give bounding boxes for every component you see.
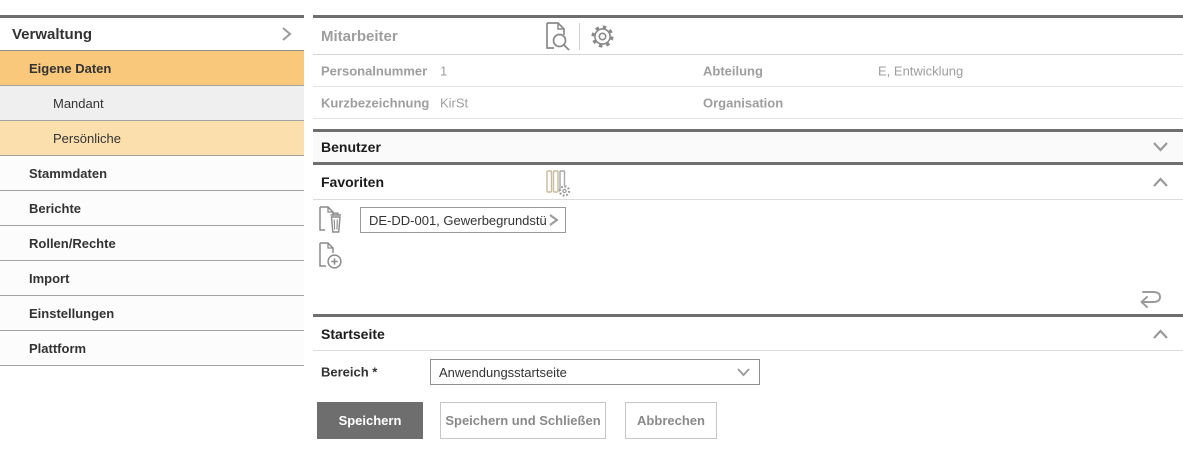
sidebar: Verwaltung Eigene Daten Mandant Persönli… [0,15,304,366]
kurzbezeichnung-value: KirSt [440,95,469,110]
favorite-item-label: DE-DD-001, Gewerbegrundstü [369,212,547,228]
field-row-1: Personalnummer 1 Abteilung E, Entwicklun… [313,55,1183,87]
section-header-favoriten[interactable]: Favoriten [313,165,1183,199]
gear-icon[interactable] [588,22,617,51]
archive-gear-icon[interactable] [545,168,572,198]
page-header: Mitarbeiter [313,18,1183,55]
sidebar-item-label: Import [29,270,70,286]
section-title: Benutzer [321,139,381,155]
personalnummer-value: 1 [440,63,448,78]
section-header-benutzer[interactable]: Benutzer [313,132,1183,162]
bereich-label: Bereich * [321,364,378,379]
abteilung-value: E, Entwicklung [878,63,964,78]
kurzbezeichnung-label: Kurzbezeichnung [321,95,430,110]
sidebar-header-label: Verwaltung [12,25,93,43]
divider [579,23,580,50]
undo-arrow-icon[interactable] [1135,285,1163,310]
app-window: Verwaltung Eigene Daten Mandant Persönli… [0,0,1183,470]
personalnummer-label: Personalnummer [321,63,428,78]
favoriten-content: DE-DD-001, Gewerbegrundstü [313,199,1183,314]
chevron-right-icon[interactable] [278,26,294,42]
chevron-down-icon [736,367,759,378]
chevron-up-icon[interactable] [1152,176,1169,188]
sidebar-header-verwaltung[interactable]: Verwaltung [0,18,304,51]
chevron-down-icon[interactable] [1152,141,1169,153]
sidebar-item-eigene-daten[interactable]: Eigene Daten [0,51,304,86]
sidebar-item-stammdaten[interactable]: Stammdaten [0,156,304,191]
sidebar-item-label: Mandant [53,95,104,111]
sidebar-item-persoenliche[interactable]: Persönliche [0,121,304,156]
chevron-up-icon[interactable] [1152,328,1169,340]
section-header-startseite[interactable]: Startseite [313,317,1183,350]
main-panel: Mitarbeiter Personalnummer 1 Abteilung E… [313,15,1183,439]
sidebar-item-label: Berichte [29,200,82,216]
sidebar-item-plattform[interactable]: Plattform [0,331,304,366]
document-trash-icon[interactable] [318,205,344,235]
header-actions [543,21,617,52]
page-title: Mitarbeiter [321,27,398,45]
sidebar-item-berichte[interactable]: Berichte [0,191,304,226]
favorite-item-chip[interactable]: DE-DD-001, Gewerbegrundstü [360,207,566,233]
sidebar-item-label: Stammdaten [29,165,108,181]
bereich-selected-value: Anwendungsstartseite [439,364,567,380]
sidebar-item-label: Persönliche [53,130,121,146]
bereich-select[interactable]: Anwendungsstartseite [430,359,760,385]
organisation-label: Organisation [703,95,784,110]
abteilung-label: Abteilung [703,63,763,78]
sidebar-item-einstellungen[interactable]: Einstellungen [0,296,304,331]
section-title: Favoriten [321,174,385,190]
action-buttons: Speichern Speichern und Schließen Abbrec… [313,402,1183,439]
sidebar-item-import[interactable]: Import [0,261,304,296]
chevron-right-icon[interactable] [548,213,565,227]
save-button[interactable]: Speichern [317,402,423,439]
sidebar-item-label: Plattform [29,340,87,356]
sidebar-item-mandant[interactable]: Mandant [0,86,304,121]
sidebar-item-rollen-rechte[interactable]: Rollen/Rechte [0,226,304,261]
cancel-button[interactable]: Abbrechen [625,402,717,439]
document-search-icon[interactable] [543,21,571,52]
bereich-field-row: Bereich * Anwendungsstartseite [313,350,1183,392]
section-title: Startseite [321,325,385,342]
save-and-close-button[interactable]: Speichern und Schließen [440,402,606,439]
sidebar-item-label: Eigene Daten [29,60,112,76]
sidebar-item-label: Rollen/Rechte [29,235,116,251]
sidebar-item-label: Einstellungen [29,305,115,321]
field-row-2: Kurzbezeichnung KirSt Organisation [313,87,1183,119]
document-plus-icon[interactable] [318,241,344,271]
